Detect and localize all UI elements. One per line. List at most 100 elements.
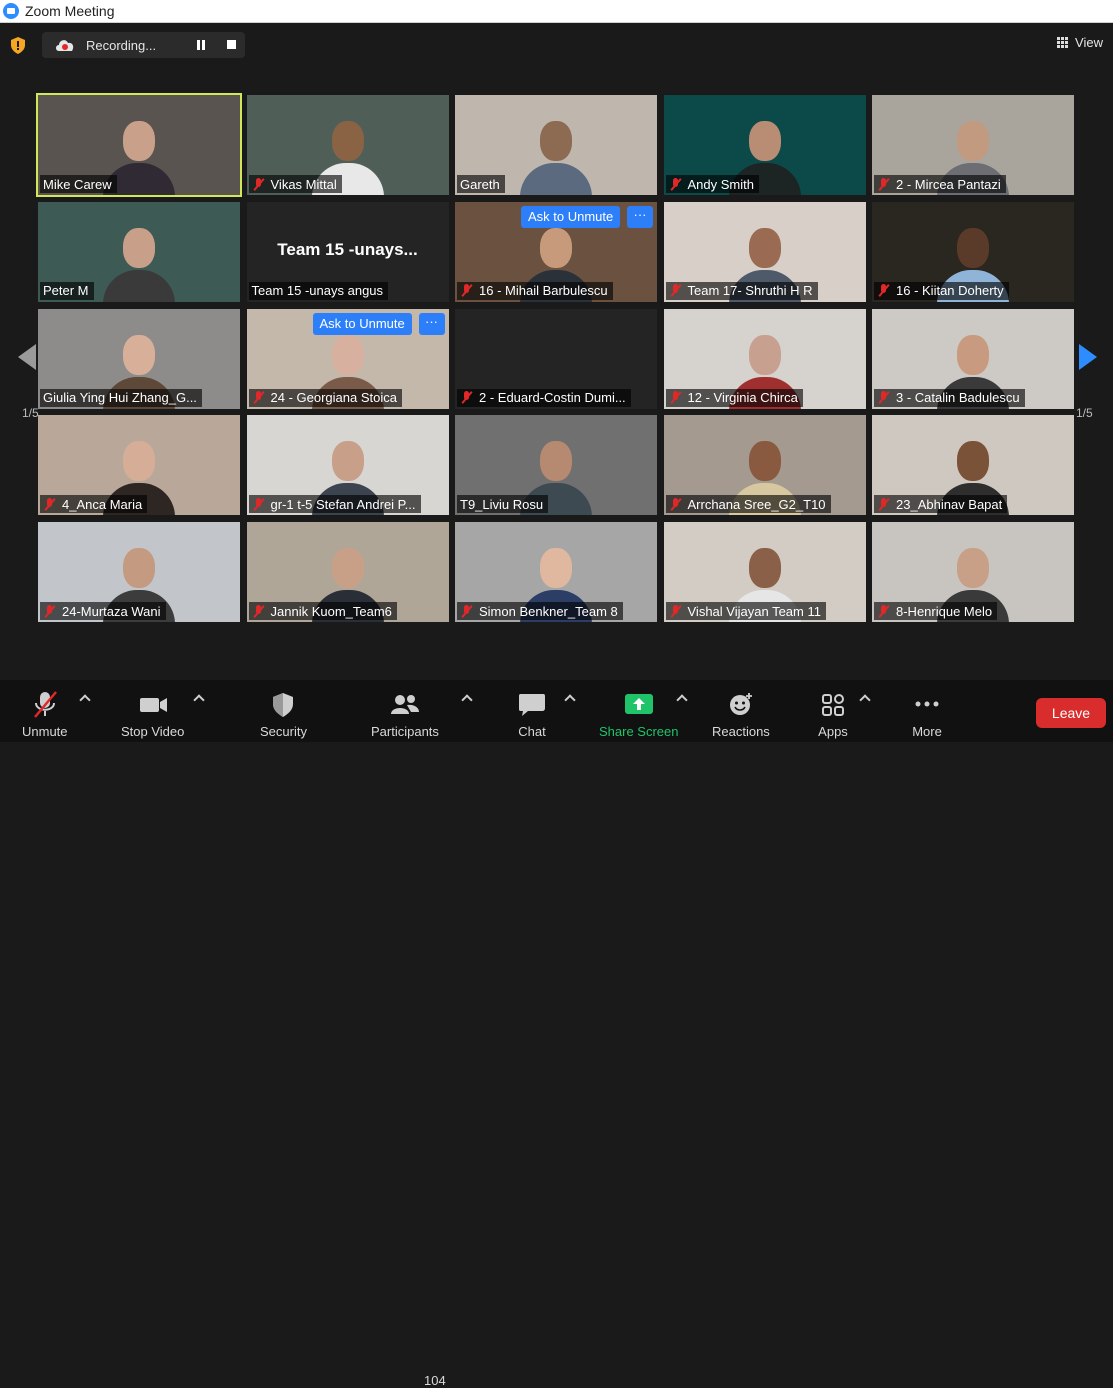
participant-name-bar: Jannik Kuom_Team6 bbox=[248, 602, 397, 621]
chat-label: Chat bbox=[518, 724, 546, 739]
muted-mic-icon bbox=[877, 391, 890, 404]
participant-name-bar: Team 17- Shruthi H R bbox=[665, 281, 818, 300]
share-screen-button[interactable]: Share Screen bbox=[599, 680, 679, 742]
participant-tile[interactable]: gr-1 t-5 Stefan Andrei P... bbox=[246, 415, 449, 516]
participant-tile[interactable]: Simon Benkner_Team 8 bbox=[455, 522, 657, 623]
chat-button[interactable]: Chat bbox=[512, 680, 552, 742]
participant-display-name: Team 15 -unays... bbox=[277, 239, 418, 259]
participant-name-bar: 16 - Mihail Barbulescu bbox=[457, 281, 613, 300]
participant-name-bar: 4_Anca Maria bbox=[40, 495, 148, 514]
participant-name-bar: Vikas Mittal bbox=[248, 175, 342, 193]
participant-name: Giulia Ying Hui Zhang_G... bbox=[43, 390, 197, 406]
participant-tile[interactable]: Team 15 -unays... Team 15 -unays angus bbox=[246, 201, 449, 302]
pause-recording-button[interactable] bbox=[196, 40, 206, 50]
participant-silhouette bbox=[520, 111, 592, 195]
participant-tile[interactable]: 12 - Virginia Chirca bbox=[663, 308, 866, 409]
participant-name: 2 - Mircea Pantazi bbox=[896, 176, 1001, 192]
participant-name-bar: Gareth bbox=[457, 175, 505, 193]
muted-mic-icon bbox=[252, 177, 265, 191]
muted-mic-icon bbox=[877, 284, 890, 297]
participant-tile[interactable]: Giulia Ying Hui Zhang_G... bbox=[38, 308, 240, 409]
meeting-toolbar: Unmute Stop Video Security Participants … bbox=[0, 680, 1113, 1388]
muted-mic-icon bbox=[43, 604, 56, 618]
apps-button[interactable]: Apps bbox=[813, 680, 853, 742]
participant-tile[interactable]: T9_Liviu Rosu bbox=[455, 415, 657, 516]
unmute-button[interactable]: Unmute bbox=[22, 680, 68, 742]
muted-mic-icon bbox=[669, 391, 682, 404]
video-options-caret-icon[interactable] bbox=[193, 694, 205, 706]
stop-video-button[interactable]: Stop Video bbox=[121, 680, 184, 742]
participant-tile[interactable]: 24-Murtaza Wani bbox=[38, 522, 240, 623]
more-label: More bbox=[912, 724, 942, 739]
leave-button[interactable]: Leave bbox=[1036, 698, 1106, 728]
participant-tile[interactable]: 23_Abhinav Bapat bbox=[872, 415, 1074, 516]
participant-name: Jannik Kuom_Team6 bbox=[270, 603, 392, 619]
participant-name-bar: 24-Murtaza Wani bbox=[40, 602, 166, 621]
next-page-arrow-icon[interactable] bbox=[1079, 344, 1097, 370]
participants-options-caret-icon[interactable] bbox=[461, 694, 473, 706]
reactions-button[interactable]: Reactions bbox=[712, 680, 770, 742]
apps-options-caret-icon[interactable] bbox=[859, 694, 871, 706]
participant-name: 3 - Catalin Badulescu bbox=[896, 390, 1020, 406]
recording-bar: Recording... bbox=[42, 32, 245, 58]
participant-tile[interactable]: 2 - Mircea Pantazi bbox=[872, 95, 1074, 195]
participant-name: 16 - Kiitan Doherty bbox=[896, 283, 1004, 299]
cloud-record-icon bbox=[56, 40, 74, 51]
participant-name: 24 - Georgiana Stoica bbox=[270, 390, 397, 406]
participant-tile[interactable]: 4_Anca Maria bbox=[38, 415, 240, 516]
audio-options-caret-icon[interactable] bbox=[79, 694, 91, 706]
participant-name-bar: 12 - Virginia Chirca bbox=[665, 388, 803, 407]
participant-tile[interactable]: Arrchana Sree_G2_T10 bbox=[663, 415, 866, 516]
ask-to-unmute-button[interactable]: Ask to Unmute bbox=[312, 312, 412, 335]
tile-more-options-button[interactable]: ··· bbox=[627, 205, 653, 228]
chat-options-caret-icon[interactable] bbox=[564, 694, 576, 706]
participant-tile[interactable]: Ask to Unmute ··· 24 - Georgiana Stoica bbox=[246, 308, 449, 409]
more-button[interactable]: More bbox=[907, 680, 947, 742]
participant-name: Vikas Mittal bbox=[270, 176, 337, 192]
zoom-logo-icon bbox=[3, 3, 19, 19]
muted-mic-icon bbox=[252, 497, 265, 511]
tile-more-options-button[interactable]: ··· bbox=[418, 312, 445, 335]
video-gallery: Mike Carew Vikas Mittal Gareth Andy Smith 2 … bbox=[36, 93, 1078, 623]
security-button[interactable]: Security bbox=[260, 680, 307, 742]
participant-tile[interactable]: 3 - Catalin Badulescu bbox=[872, 308, 1074, 409]
participant-tile[interactable]: Mike Carew bbox=[36, 93, 242, 197]
shield-icon[interactable] bbox=[10, 37, 26, 54]
previous-page-arrow-icon[interactable] bbox=[18, 344, 36, 370]
participant-tile[interactable]: 8-Henrique Melo bbox=[872, 522, 1074, 623]
participant-tile[interactable]: Team 17- Shruthi H R bbox=[663, 201, 866, 302]
participant-name-bar: Mike Carew bbox=[40, 175, 117, 193]
participant-tile[interactable]: Ask to Unmute ··· 16 - Mihail Barbulescu bbox=[455, 201, 657, 302]
participant-tile[interactable]: Vishal Vijayan Team 11 bbox=[663, 522, 866, 623]
page-indicator-right: 1/5 bbox=[1076, 406, 1093, 420]
view-label: View bbox=[1075, 35, 1103, 50]
muted-mic-icon bbox=[877, 497, 890, 511]
stop-recording-button[interactable] bbox=[227, 40, 236, 49]
participant-name-bar: 24 - Georgiana Stoica bbox=[248, 388, 402, 407]
participant-name: Team 15 -unays angus bbox=[251, 283, 384, 299]
muted-mic-icon bbox=[669, 604, 682, 618]
muted-mic-icon bbox=[669, 497, 682, 511]
participant-tile[interactable]: Jannik Kuom_Team6 bbox=[246, 522, 449, 623]
muted-mic-icon bbox=[460, 284, 473, 297]
participant-tile[interactable]: 2 - Eduard-Costin Dumi... bbox=[455, 308, 657, 409]
apps-label: Apps bbox=[818, 724, 848, 739]
participants-button[interactable]: Participants bbox=[371, 680, 439, 742]
participant-name-bar: 2 - Eduard-Costin Dumi... bbox=[457, 388, 631, 407]
muted-mic-icon bbox=[252, 391, 265, 404]
participant-tile[interactable]: Gareth bbox=[455, 95, 657, 195]
muted-mic-icon bbox=[460, 604, 473, 618]
participant-name: Peter M bbox=[43, 283, 89, 299]
participant-name: 12 - Virginia Chirca bbox=[687, 390, 798, 406]
participant-name-bar: 3 - Catalin Badulescu bbox=[874, 388, 1025, 407]
participant-name-bar: Arrchana Sree_G2_T10 bbox=[665, 495, 831, 514]
window-title: Zoom Meeting bbox=[25, 3, 115, 19]
participant-tile[interactable]: 16 - Kiitan Doherty bbox=[872, 201, 1074, 302]
ask-to-unmute-button[interactable]: Ask to Unmute bbox=[521, 205, 621, 228]
participant-tile[interactable]: Andy Smith bbox=[663, 95, 866, 195]
view-button[interactable]: View bbox=[1057, 35, 1103, 50]
participant-silhouette bbox=[103, 218, 175, 302]
participant-tile[interactable]: Vikas Mittal bbox=[246, 95, 449, 195]
participant-tile[interactable]: Peter M bbox=[38, 201, 240, 302]
participant-name: Team 17- Shruthi H R bbox=[687, 283, 813, 299]
